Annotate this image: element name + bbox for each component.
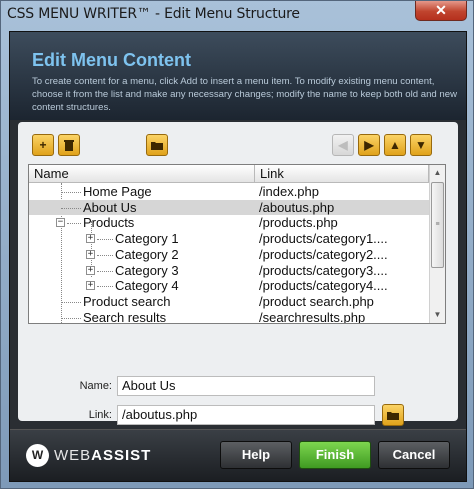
tree-row[interactable]: Product search /product search.php	[29, 294, 429, 310]
link-label: Link:	[88, 409, 112, 421]
add-item-button[interactable]: +	[32, 134, 54, 156]
tree-row-link: /products/category2....	[259, 246, 388, 262]
arrow-down-icon: ▼	[415, 138, 427, 152]
tree-row-name: Product search	[83, 293, 171, 309]
webassist-logo: WEBASSIST	[54, 447, 152, 464]
tree-row[interactable]: + Category 2 /products/category2....	[29, 247, 429, 263]
arrow-left-icon: ◀	[338, 138, 348, 152]
name-label: Name:	[79, 380, 112, 392]
column-header-link[interactable]: Link	[255, 165, 429, 183]
expand-icon[interactable]: +	[86, 234, 95, 244]
tree-scrollbar[interactable]: ▲ ≡ ▼	[429, 165, 445, 323]
dialog-title: Edit Menu Content	[32, 50, 191, 70]
dialog-footer: W WEBASSIST Help Finish Cancel	[10, 429, 466, 481]
scrollbar-thumb[interactable]: ≡	[431, 182, 444, 268]
tree-row-link: /products/category4....	[259, 278, 388, 294]
tree-row[interactable]: Search results /searchresults.php	[29, 309, 429, 324]
tree-row[interactable]: + Category 4 /products/category4....	[29, 278, 429, 294]
browse-link-button[interactable]	[382, 404, 404, 426]
content-panel: + ◀ ▶ ▲ ▼ Name Link Home Page /index.php…	[18, 122, 458, 426]
tree-row-link: /product search.php	[259, 293, 374, 309]
dialog-header: Edit Menu Content To create content for …	[10, 32, 466, 120]
tree-row-name: Search results	[83, 309, 167, 324]
move-down-button[interactable]: ▼	[410, 134, 432, 156]
tree-row-link: /index.php	[259, 184, 319, 199]
menu-tree[interactable]: Name Link Home Page /index.php About Us …	[28, 164, 446, 324]
outdent-button[interactable]: ◀	[332, 134, 354, 156]
tree-row[interactable]: + Category 3 /products/category3....	[29, 263, 429, 279]
tree-row-name: About Us	[83, 199, 137, 215]
tree-row-link: /products.php	[259, 215, 338, 231]
webassist-logo-icon: W	[26, 444, 49, 467]
tree-row-name: Category 4	[115, 278, 179, 294]
tree-row[interactable]: Home Page /index.php	[29, 184, 429, 200]
finish-button[interactable]: Finish	[299, 441, 371, 469]
folder-icon	[387, 412, 399, 420]
close-window-button[interactable]: ✕	[415, 1, 467, 21]
tree-row[interactable]: + Category 1 /products/category1....	[29, 231, 429, 247]
browse-folder-button[interactable]	[146, 134, 168, 156]
trash-icon	[64, 140, 74, 151]
cancel-button[interactable]: Cancel	[378, 441, 450, 469]
indent-button[interactable]: ▶	[358, 134, 380, 156]
dialog-description: To create content for a menu, click Add …	[32, 76, 458, 113]
move-up-button[interactable]: ▲	[384, 134, 406, 156]
folder-icon	[151, 142, 163, 150]
tree-row-name: Category 1	[115, 231, 179, 247]
tree-row-name: Home Page	[83, 184, 152, 199]
close-icon: ✕	[435, 2, 447, 18]
tree-row-link: /products/category3....	[259, 262, 388, 278]
delete-item-button[interactable]	[58, 134, 80, 156]
tree-row-name: Category 3	[115, 262, 179, 278]
arrow-right-icon: ▶	[364, 138, 374, 152]
expand-icon[interactable]: +	[86, 249, 95, 259]
tree-row-selected[interactable]: About Us /aboutus.php	[29, 199, 429, 216]
app-window: CSS MENU WRITER™ - Edit Menu Structure ✕…	[0, 0, 474, 489]
plus-icon: +	[39, 138, 47, 152]
expand-icon[interactable]: +	[86, 265, 95, 275]
scroll-down-icon[interactable]: ▼	[430, 307, 445, 323]
tree-row[interactable]: − Products /products.php	[29, 215, 429, 231]
link-input[interactable]: /aboutus.php	[117, 405, 375, 425]
collapse-icon[interactable]: −	[56, 218, 65, 228]
expand-icon[interactable]: +	[86, 281, 95, 291]
column-header-name[interactable]: Name	[29, 165, 255, 183]
tree-row-link: /searchresults.php	[259, 309, 366, 324]
edit-menu-dialog: Edit Menu Content To create content for …	[9, 31, 467, 482]
arrow-up-icon: ▲	[389, 138, 401, 152]
tree-row-name: Products	[83, 215, 135, 231]
tree-row-link: /products/category1....	[259, 231, 388, 247]
title-bar: CSS MENU WRITER™ - Edit Menu Structure ✕	[1, 1, 473, 29]
tree-row-name: Category 2	[115, 246, 179, 262]
name-input[interactable]: About Us	[117, 376, 375, 396]
window-title: CSS MENU WRITER™ - Edit Menu Structure	[7, 6, 300, 22]
help-button[interactable]: Help	[220, 441, 292, 469]
scroll-up-icon[interactable]: ▲	[430, 165, 445, 181]
tree-row-link: /aboutus.php	[259, 199, 335, 215]
